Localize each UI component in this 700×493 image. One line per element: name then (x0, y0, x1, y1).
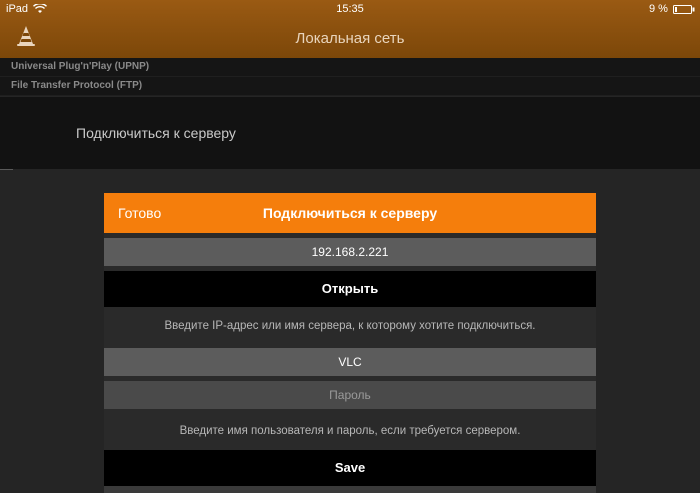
section-upnp[interactable]: Universal Plug'n'Play (UPNP) (0, 58, 700, 77)
page-title: Локальная сеть (295, 30, 405, 47)
dialog-bottom-row (104, 486, 596, 493)
dialog-header: Готово Подключиться к серверу (104, 193, 596, 233)
open-button[interactable]: Открыть (104, 271, 596, 307)
save-button[interactable]: Save (104, 450, 596, 486)
dialog-title: Подключиться к серверу (262, 205, 438, 221)
password-field[interactable]: Пароль (104, 381, 596, 409)
credentials-hint: Введите имя пользователя и пароль, если … (179, 425, 521, 437)
connect-to-server-item[interactable]: Подключиться к серверу (0, 97, 700, 169)
status-time: 15:35 (336, 3, 364, 15)
navigation-bar: iPad 15:35 9 % Локальная сеть (0, 0, 700, 58)
address-hint: Введите IP-адрес или имя сервера, к кото… (164, 320, 536, 332)
username-field[interactable]: VLC (104, 348, 596, 376)
section-ftp[interactable]: File Transfer Protocol (FTP) (0, 77, 700, 96)
divider (0, 169, 13, 170)
battery-icon (673, 5, 695, 14)
server-address-field[interactable]: 192.168.2.221 (104, 238, 596, 266)
battery-percent: 9 % (649, 3, 668, 15)
connect-dialog: Готово Подключиться к серверу 192.168.2.… (104, 193, 596, 493)
